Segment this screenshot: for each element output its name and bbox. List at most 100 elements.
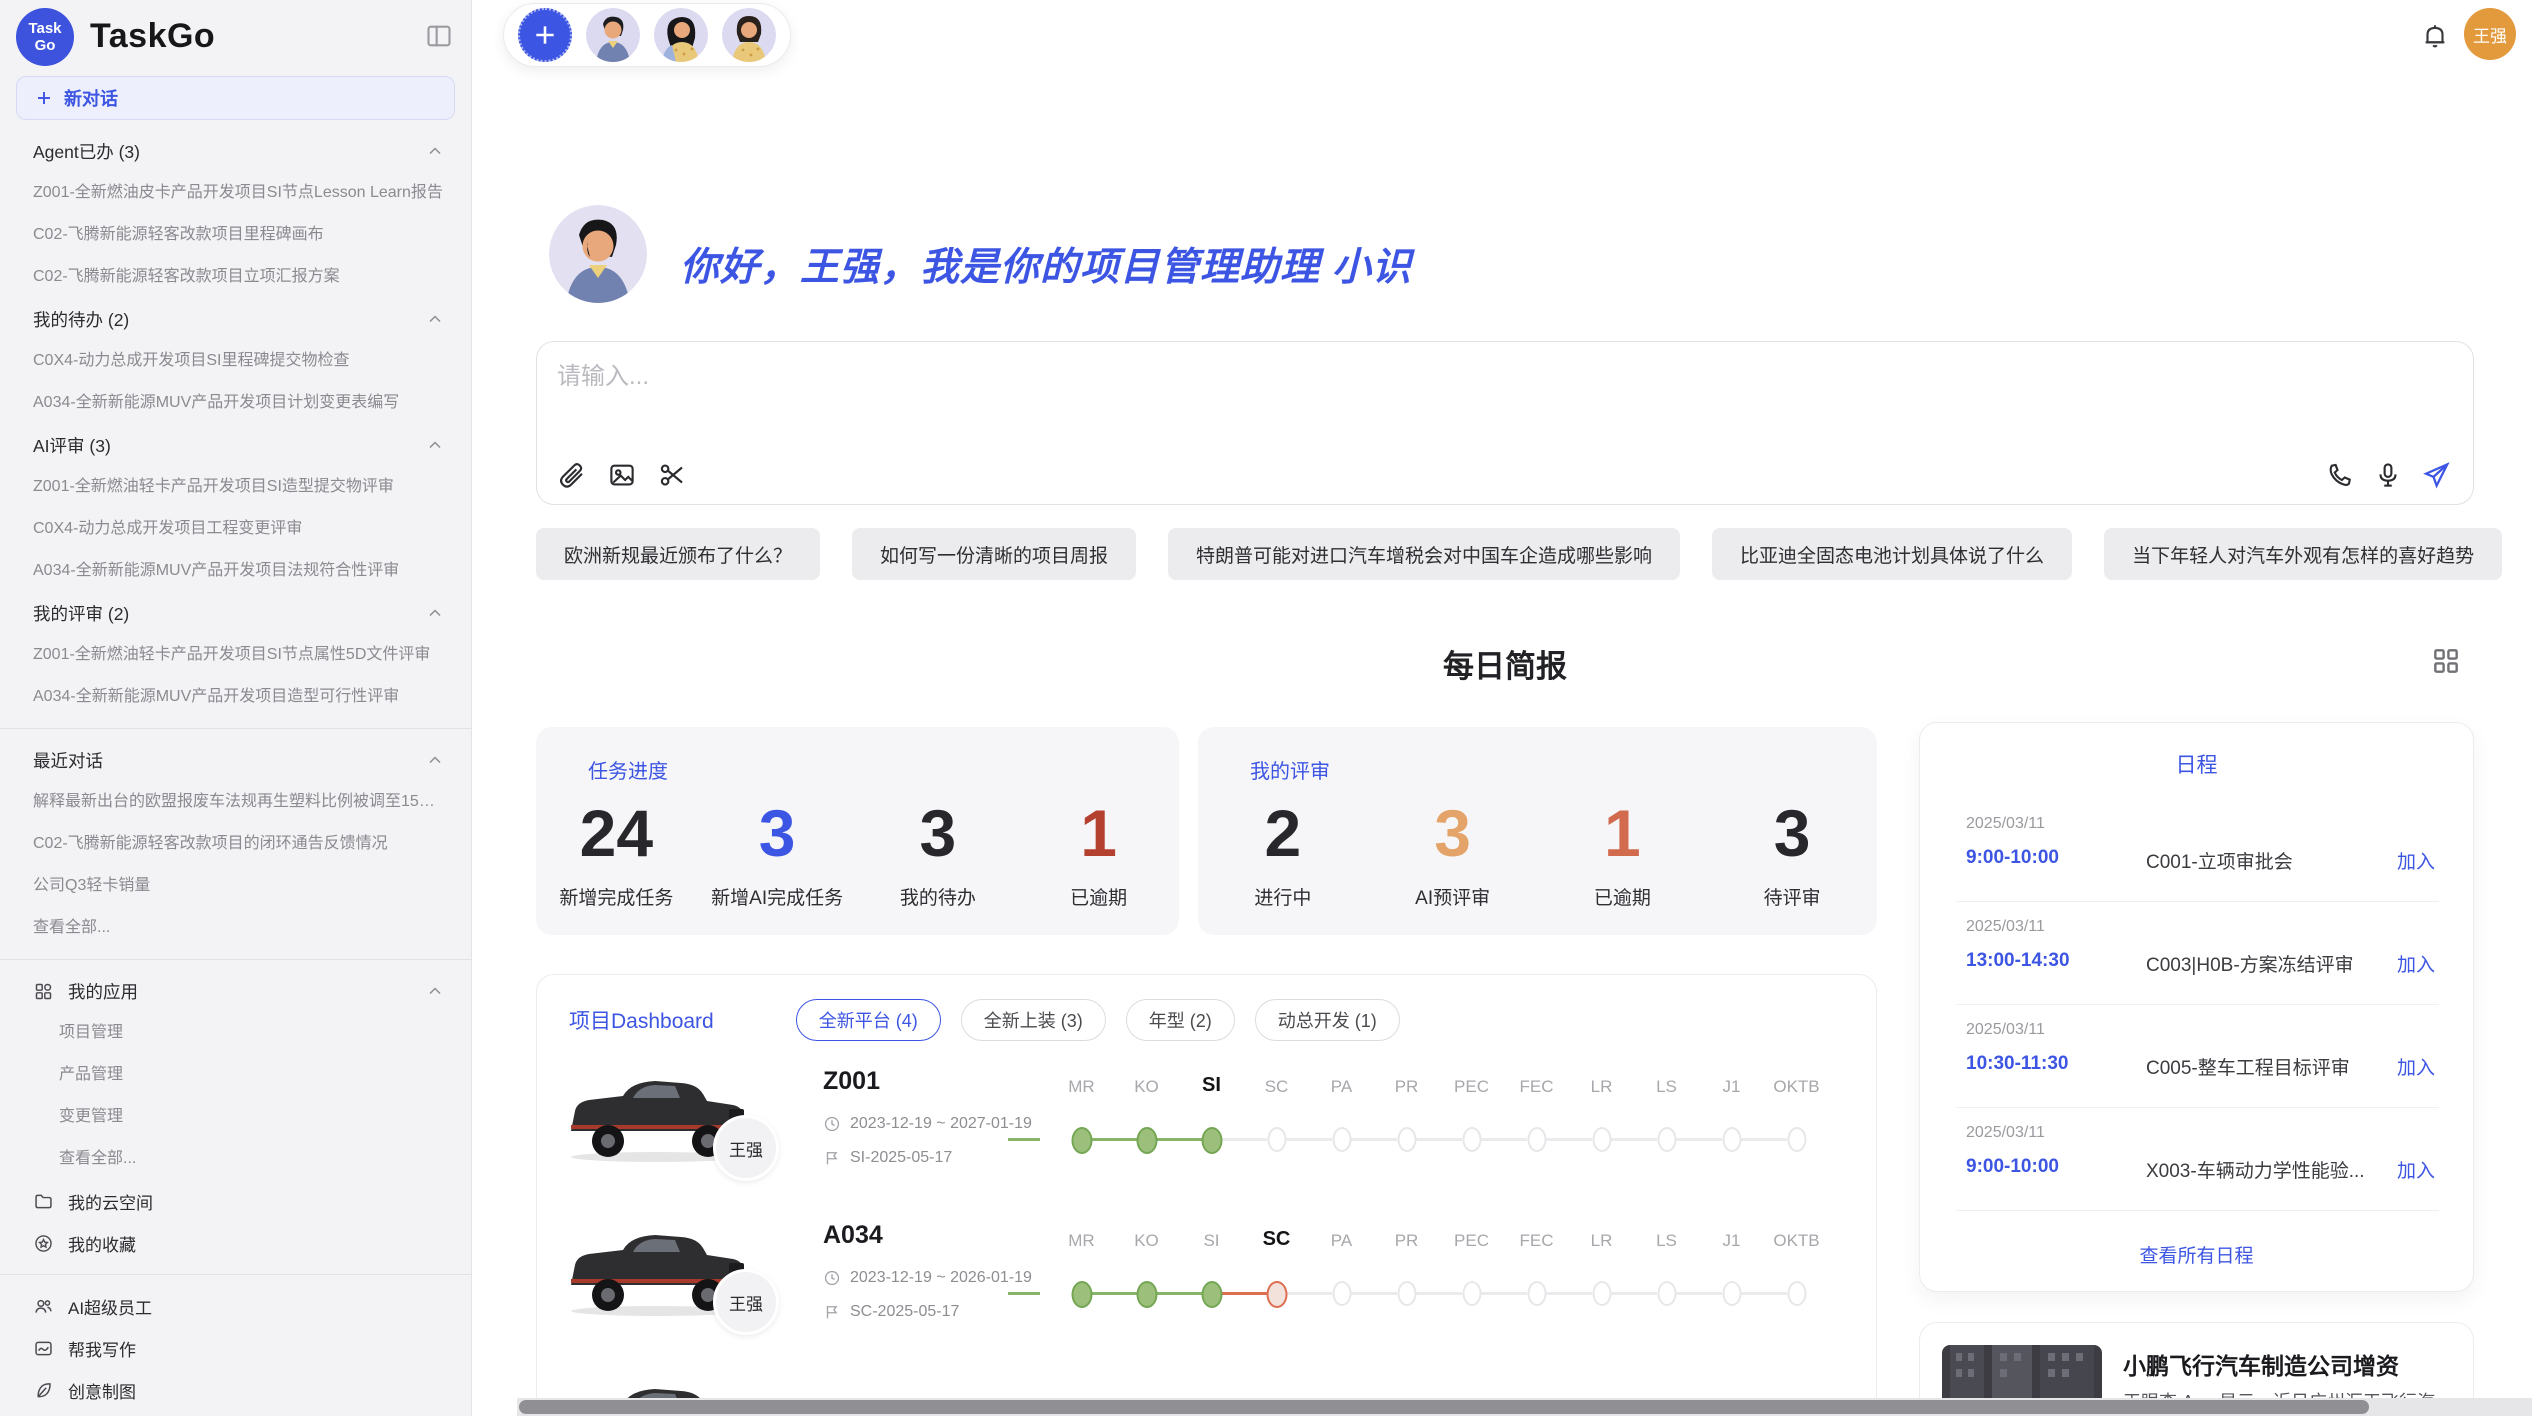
- event-name: C005-整车工程目标评审: [2146, 1053, 2350, 1080]
- event-time: 13:00-14:30: [1966, 950, 2070, 972]
- sidebar-item[interactable]: A034-全新新能源MUV产品开发项目计划变更表编写: [0, 382, 471, 424]
- sidebar-item[interactable]: 项目管理: [0, 1012, 471, 1054]
- suggestion-chip[interactable]: 当下年轻人对汽车外观有怎样的喜好趋势: [2104, 528, 2502, 580]
- milestone-dot: [1657, 1281, 1676, 1306]
- filter-chip[interactable]: 全新上装 (3): [961, 999, 1106, 1041]
- sidebar-item[interactable]: A034-全新新能源MUV产品开发项目造型可行性评审: [0, 676, 471, 718]
- user-avatar[interactable]: 王强: [2464, 8, 2516, 60]
- milestone-segment: [1221, 1138, 1267, 1141]
- member-avatar[interactable]: [654, 8, 708, 62]
- join-link[interactable]: 加入: [2397, 1053, 2435, 1080]
- sidebar-item[interactable]: 解释最新出台的欧盟报废车法规再生塑料比例被调至15%...: [0, 781, 471, 823]
- milestone-si: SI: [1179, 1227, 1244, 1347]
- sidebar-item[interactable]: 公司Q3轻卡销量: [0, 865, 471, 907]
- sidebar-item[interactable]: C0X4-动力总成开发项目SI里程碑提交物检查: [0, 340, 471, 382]
- flag-icon: [823, 1149, 841, 1167]
- task-progress-card: 任务进度 24新增完成任务3新增AI完成任务3我的待办1已逾期: [536, 727, 1179, 935]
- feather-icon: [33, 1380, 54, 1401]
- new-session-plus-button[interactable]: [518, 8, 572, 62]
- sidebar-item[interactable]: 变更管理: [0, 1096, 471, 1138]
- sidebar-item[interactable]: 查看全部...: [0, 907, 471, 949]
- sidebar-item[interactable]: 产品管理: [0, 1054, 471, 1096]
- milestone-segment: [1351, 1292, 1397, 1295]
- section-title: 我的待办 (2): [33, 307, 129, 332]
- attach-icon[interactable]: [557, 460, 587, 490]
- send-icon[interactable]: [2421, 460, 2451, 490]
- section-header[interactable]: Agent已办 (3): [0, 130, 471, 172]
- horizontal-scrollbar-thumb[interactable]: [519, 1400, 2369, 1414]
- join-link[interactable]: 加入: [2397, 1156, 2435, 1183]
- sidebar-item-folder[interactable]: 我的云空间: [0, 1180, 471, 1222]
- section-header[interactable]: 我的评审 (2): [0, 592, 471, 634]
- milestone-segment: [1546, 1138, 1592, 1141]
- new-chat-button[interactable]: 新对话: [16, 76, 455, 120]
- schedule-event: 2025/03/11 13:00-14:30 C003|H0B-方案冻结评审 加入: [1956, 902, 2439, 1005]
- member-avatar[interactable]: [722, 8, 776, 62]
- section-header[interactable]: 我的应用: [0, 970, 471, 1012]
- horizontal-scrollbar: [517, 1398, 2532, 1416]
- image-icon[interactable]: [607, 460, 637, 490]
- sidebar-tool-photo[interactable]: 帮我写作: [0, 1327, 471, 1369]
- star-icon: [33, 1233, 54, 1254]
- scissors-icon[interactable]: [657, 460, 687, 490]
- project-row[interactable]: 王强A0342023-12-19 ~ 2026-01-19SC-2025-05-…: [537, 1209, 1876, 1363]
- notification-bell-icon[interactable]: [2420, 21, 2450, 51]
- schedule-card: 日程 2025/03/119:00-10:00C001-立项审批会加入2025/…: [1919, 722, 2474, 1292]
- project-flag-label: SI-2025-05-17: [850, 1149, 952, 1167]
- suggestion-chip[interactable]: 特朗普可能对进口汽车增税会对中国车企造成哪些影响: [1168, 528, 1680, 580]
- stat-item: 24新增完成任务: [536, 797, 697, 910]
- section-header[interactable]: 最近对话: [0, 739, 471, 781]
- filter-chip[interactable]: 年型 (2): [1126, 999, 1235, 1041]
- filter-chip[interactable]: 动总开发 (1): [1255, 999, 1400, 1041]
- suggestion-chip[interactable]: 如何写一份清晰的项目周报: [852, 528, 1136, 580]
- join-link[interactable]: 加入: [2397, 950, 2435, 977]
- divider: [0, 959, 471, 960]
- join-link[interactable]: 加入: [2397, 847, 2435, 874]
- sidebar-item-label: A034-全新新能源MUV产品开发项目造型可行性评审: [33, 676, 445, 718]
- milestone-ko: KO: [1114, 1227, 1179, 1347]
- phone-icon[interactable]: [2325, 460, 2355, 490]
- sidebar-item[interactable]: Z001-全新燃油轻卡产品开发项目SI节点属性5D文件评审: [0, 634, 471, 676]
- event-date: 2025/03/11: [1966, 918, 2045, 936]
- sidebar-tool-users[interactable]: AI超级员工: [0, 1285, 471, 1327]
- mic-icon[interactable]: [2373, 460, 2403, 490]
- project-flag: SI-2025-05-17: [823, 1149, 952, 1167]
- suggestion-chip[interactable]: 欧洲新规最近颁布了什么？: [536, 528, 820, 580]
- milestone-dot: [1267, 1127, 1286, 1152]
- section-header[interactable]: AI评审 (3): [0, 424, 471, 466]
- sidebar-item[interactable]: C0X4-动力总成开发项目工程变更评审: [0, 508, 471, 550]
- milestone-segment: [1481, 1292, 1527, 1295]
- milestone-dot: [1722, 1281, 1741, 1306]
- sidebar-item[interactable]: A034-全新新能源MUV产品开发项目法规符合性评审: [0, 550, 471, 592]
- milestone-oktb: OKTB: [1764, 1227, 1829, 1347]
- filter-chip[interactable]: 全新平台 (4): [796, 999, 941, 1041]
- sidebar-item-label: 我的云空间: [68, 1189, 153, 1214]
- briefing-grid-icon[interactable]: [2430, 645, 2462, 677]
- composer-right-tools: [2325, 460, 2451, 490]
- sidebar-item[interactable]: Z001-全新燃油皮卡产品开发项目SI节点Lesson Learn报告: [0, 172, 471, 214]
- stat-item: 3我的待办: [858, 797, 1019, 910]
- view-all-schedule-link[interactable]: 查看所有日程: [1920, 1241, 2473, 1268]
- sidebar-tool-feather[interactable]: 创意制图: [0, 1369, 471, 1411]
- sidebar-item[interactable]: C02-飞腾新能源轻客改款项目里程碑画布: [0, 214, 471, 256]
- stat-value: 1: [1604, 797, 1641, 869]
- composer: [536, 341, 2474, 505]
- sidebar-item[interactable]: 查看全部...: [0, 1138, 471, 1180]
- milestone-ls: LS: [1634, 1227, 1699, 1347]
- milestone-label: FEC: [1504, 1077, 1569, 1097]
- project-row[interactable]: 王强Z0012023-12-19 ~ 2027-01-19SI-2025-05-…: [537, 1055, 1876, 1209]
- suggestion-chip[interactable]: 比亚迪全固态电池计划具体说了什么: [1712, 528, 2072, 580]
- milestone-label: OKTB: [1764, 1077, 1829, 1097]
- collapse-sidebar-icon[interactable]: [425, 22, 453, 50]
- sidebar-item-star[interactable]: 我的收藏: [0, 1222, 471, 1264]
- member-avatar[interactable]: [586, 8, 640, 62]
- milestone-label: MR: [1049, 1231, 1114, 1251]
- section-header[interactable]: 我的待办 (2): [0, 298, 471, 340]
- milestone-segment: [1741, 1292, 1787, 1295]
- section-title: 我的评审 (2): [33, 601, 129, 626]
- sidebar-item[interactable]: C02-飞腾新能源轻客改款项目立项汇报方案: [0, 256, 471, 298]
- sidebar-item[interactable]: C02-飞腾新能源轻客改款项目的闭环通告反馈情况: [0, 823, 471, 865]
- event-name: C003|H0B-方案冻结评审: [2146, 950, 2354, 977]
- sidebar-item[interactable]: Z001-全新燃油轻卡产品开发项目SI造型提交物评审: [0, 466, 471, 508]
- message-input[interactable]: [557, 356, 2447, 448]
